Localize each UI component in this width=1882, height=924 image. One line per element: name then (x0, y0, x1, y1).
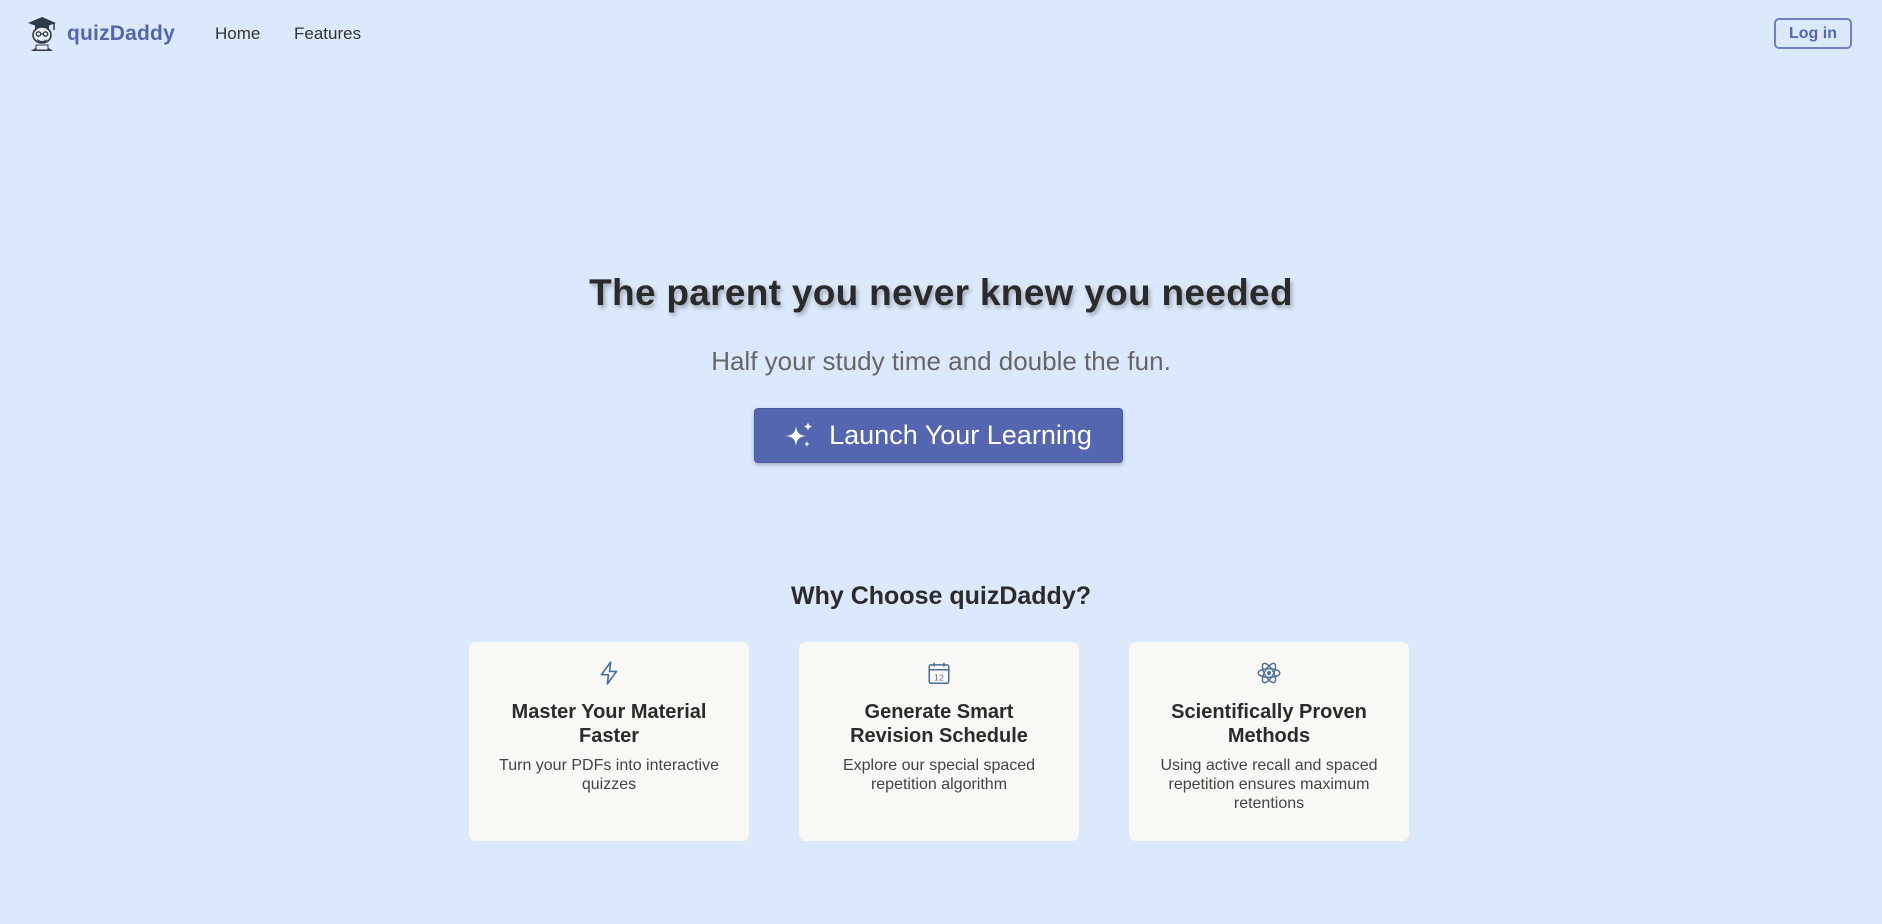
feature-card-text: Using active recall and spaced repetitio… (1160, 757, 1378, 812)
login-button[interactable]: Log in (1774, 18, 1852, 49)
launch-learning-label: Launch Your Learning (829, 420, 1092, 450)
lightning-icon (600, 661, 618, 685)
graduate-logo-icon (28, 17, 56, 51)
features-heading: Why Choose quizDaddy? (791, 582, 1091, 610)
navbar: quizDaddy Home Features Log in (0, 0, 1882, 68)
feature-card-text: Turn your PDFs into interactive quizzes (499, 757, 719, 793)
nav-link-features[interactable]: Features (294, 24, 361, 44)
feature-card-proven-methods: Scientifically Proven Methods Using acti… (1129, 642, 1409, 841)
calendar-icon: 12 (928, 662, 950, 685)
brand-link[interactable]: quizDaddy (27, 16, 175, 52)
feature-card-master-material: Master Your Material Faster Turn your PD… (469, 642, 749, 841)
nav-link-home[interactable]: Home (215, 24, 260, 44)
sparkles-icon (786, 421, 813, 447)
hero-title: The parent you never knew you needed (589, 272, 1293, 313)
brand-name: quizDaddy (67, 22, 175, 45)
atom-icon (1257, 662, 1281, 684)
launch-learning-button[interactable]: Launch Your Learning (754, 408, 1123, 463)
calendar-icon-date: 12 (934, 673, 944, 683)
feature-card-title: Scientifically Proven Methods (1171, 701, 1367, 747)
feature-card-title: Generate Smart Revision Schedule (850, 701, 1028, 747)
hero-subtitle: Half your study time and double the fun. (711, 346, 1171, 376)
feature-card-title: Master Your Material Faster (511, 701, 707, 747)
feature-card-text: Explore our special spaced repetition al… (842, 757, 1036, 793)
feature-card-revision-schedule: 12 Generate Smart Revision Schedule Expl… (799, 642, 1079, 841)
